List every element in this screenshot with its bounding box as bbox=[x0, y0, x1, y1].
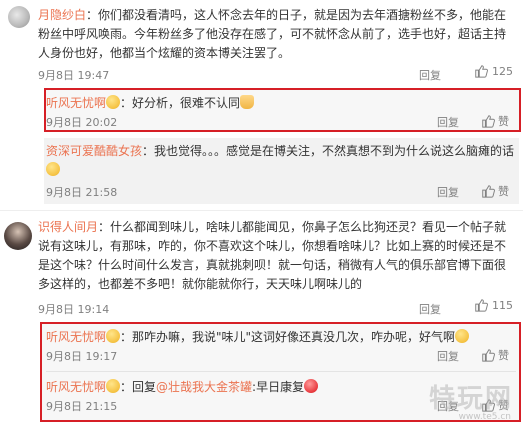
comment-time: 9月8日 19:47 bbox=[38, 69, 110, 82]
thumbs-emoji-icon bbox=[240, 95, 255, 109]
thumb-up-icon bbox=[474, 298, 488, 312]
like-button[interactable]: 115 bbox=[474, 298, 513, 312]
avatar[interactable] bbox=[4, 222, 32, 250]
sub-reply-username[interactable]: 听风无忧啊 bbox=[46, 380, 106, 394]
watermark-url: www.te5.cn bbox=[458, 412, 511, 422]
comment-content: ：什么都闻到味儿，啥味儿都能闻见，你鼻子怎么比狗还灵？看见一个帖子就说有这味儿，… bbox=[38, 220, 507, 291]
sub-reply-emoji-line bbox=[46, 161, 515, 183]
sub-reply-username[interactable]: 听风无忧啊 bbox=[46, 330, 106, 344]
crown-emoji-icon bbox=[106, 95, 121, 109]
sub-reply-meta: 9月8日 20:02 回复 赞 bbox=[46, 113, 515, 131]
thumb-up-icon bbox=[481, 184, 495, 198]
mention-link[interactable]: @壮哉我大金茶罐 bbox=[156, 380, 252, 394]
kiss-emoji-icon bbox=[304, 379, 319, 393]
sub-reply: 听风无忧啊 ：好分析，很难不认同 9月8日 20:02 回复 赞 bbox=[46, 94, 515, 131]
watermark-logo: 特玩网 www.te5.cn bbox=[407, 378, 517, 422]
avatar[interactable] bbox=[8, 6, 30, 28]
sub-reply-time: 9月8日 21:15 bbox=[46, 400, 118, 413]
sub-reply-text: 听风无忧啊 ：好分析，很难不认同 bbox=[46, 94, 515, 113]
like-button[interactable]: 125 bbox=[474, 64, 513, 78]
comment-text: 识得人间月：什么都闻到味儿，啥味儿都能闻见，你鼻子怎么比狗还灵？看见一个帖子就说… bbox=[38, 218, 509, 294]
sub-reply-content: ：我也觉得。。。感觉是在博关注，不然真想不到为什么说这么脑瘫的话 bbox=[142, 144, 515, 158]
sub-reply-time: 9月8日 20:02 bbox=[46, 116, 118, 129]
thumb-up-icon bbox=[474, 64, 488, 78]
reply-button[interactable]: 回复 bbox=[437, 114, 459, 130]
like-label: 赞 bbox=[498, 349, 509, 362]
sub-reply-content: ：那咋办嘛，我说"味儿"这词好像还真没几次，咋办呢，好气啊 bbox=[120, 330, 456, 344]
divider bbox=[0, 210, 523, 211]
sub-reply: 听风无忧啊 ：那咋办嘛，我说"味儿"这词好像还真没几次，咋办呢，好气啊 9月8日 … bbox=[46, 328, 515, 365]
comment-meta: 9月8日 19:14 回复 115 bbox=[38, 298, 513, 318]
sub-reply: 资深可爱酷酷女孩：我也觉得。。。感觉是在博关注，不然真想不到为什么说这么脑瘫的话… bbox=[46, 142, 515, 201]
sub-reply-username[interactable]: 听风无忧啊 bbox=[46, 96, 106, 110]
like-button[interactable]: 赞 bbox=[481, 113, 509, 129]
sub-reply-content: ：好分析，很难不认同 bbox=[120, 96, 241, 110]
reply-button[interactable]: 回复 bbox=[419, 301, 441, 317]
sub-reply-text: 资深可爱酷酷女孩：我也觉得。。。感觉是在博关注，不然真想不到为什么说这么脑瘫的话 bbox=[46, 142, 515, 161]
comment-meta: 9月8日 19:47 回复 125 bbox=[38, 64, 513, 84]
like-count: 125 bbox=[492, 64, 513, 78]
comment-text: 月隐纱白：你们都没看清吗，这人怀念去年的日子，就是因为去年酒搪粉丝不多，他能在粉… bbox=[38, 6, 509, 63]
reply-button[interactable]: 回复 bbox=[437, 184, 459, 200]
comment-username[interactable]: 识得人间月 bbox=[38, 220, 98, 234]
sub-reply-meta: 9月8日 19:17 回复 赞 bbox=[46, 347, 515, 365]
comment-content: ：你们都没看清吗，这人怀念去年的日子，就是因为去年酒搪粉丝不多，他能在粉丝中呼风… bbox=[38, 8, 507, 60]
sub-reply-meta: 9月8日 21:58 回复 赞 bbox=[46, 183, 515, 201]
divider bbox=[46, 371, 516, 372]
crown-emoji-icon bbox=[106, 379, 121, 393]
watermark-text: 特玩网 bbox=[428, 384, 513, 414]
like-button[interactable]: 赞 bbox=[481, 183, 509, 199]
comment-username[interactable]: 月隐纱白 bbox=[38, 8, 86, 22]
reply-button[interactable]: 回复 bbox=[437, 348, 459, 364]
angry-emoji-icon bbox=[455, 329, 470, 343]
like-label: 赞 bbox=[498, 185, 509, 198]
like-label: 赞 bbox=[498, 115, 509, 128]
like-count: 115 bbox=[492, 298, 513, 312]
sub-reply-time: 9月8日 19:17 bbox=[46, 350, 118, 363]
laugh-emoji-icon bbox=[46, 162, 60, 176]
sub-reply-username[interactable]: 资深可爱酷酷女孩 bbox=[46, 144, 142, 158]
sub-reply-text: 听风无忧啊 ：那咋办嘛，我说"味儿"这词好像还真没几次，咋办呢，好气啊 bbox=[46, 328, 515, 347]
like-button[interactable]: 赞 bbox=[481, 347, 509, 363]
thumb-up-icon bbox=[481, 114, 495, 128]
reply-prefix: ：回复 bbox=[120, 380, 157, 394]
crown-emoji-icon bbox=[106, 329, 121, 343]
thumb-up-icon bbox=[481, 348, 495, 362]
sub-reply-time: 9月8日 21:58 bbox=[46, 186, 118, 199]
sub-reply-content: :早日康复 bbox=[252, 380, 305, 394]
reply-button[interactable]: 回复 bbox=[419, 67, 441, 83]
comment-time: 9月8日 19:14 bbox=[38, 303, 110, 316]
